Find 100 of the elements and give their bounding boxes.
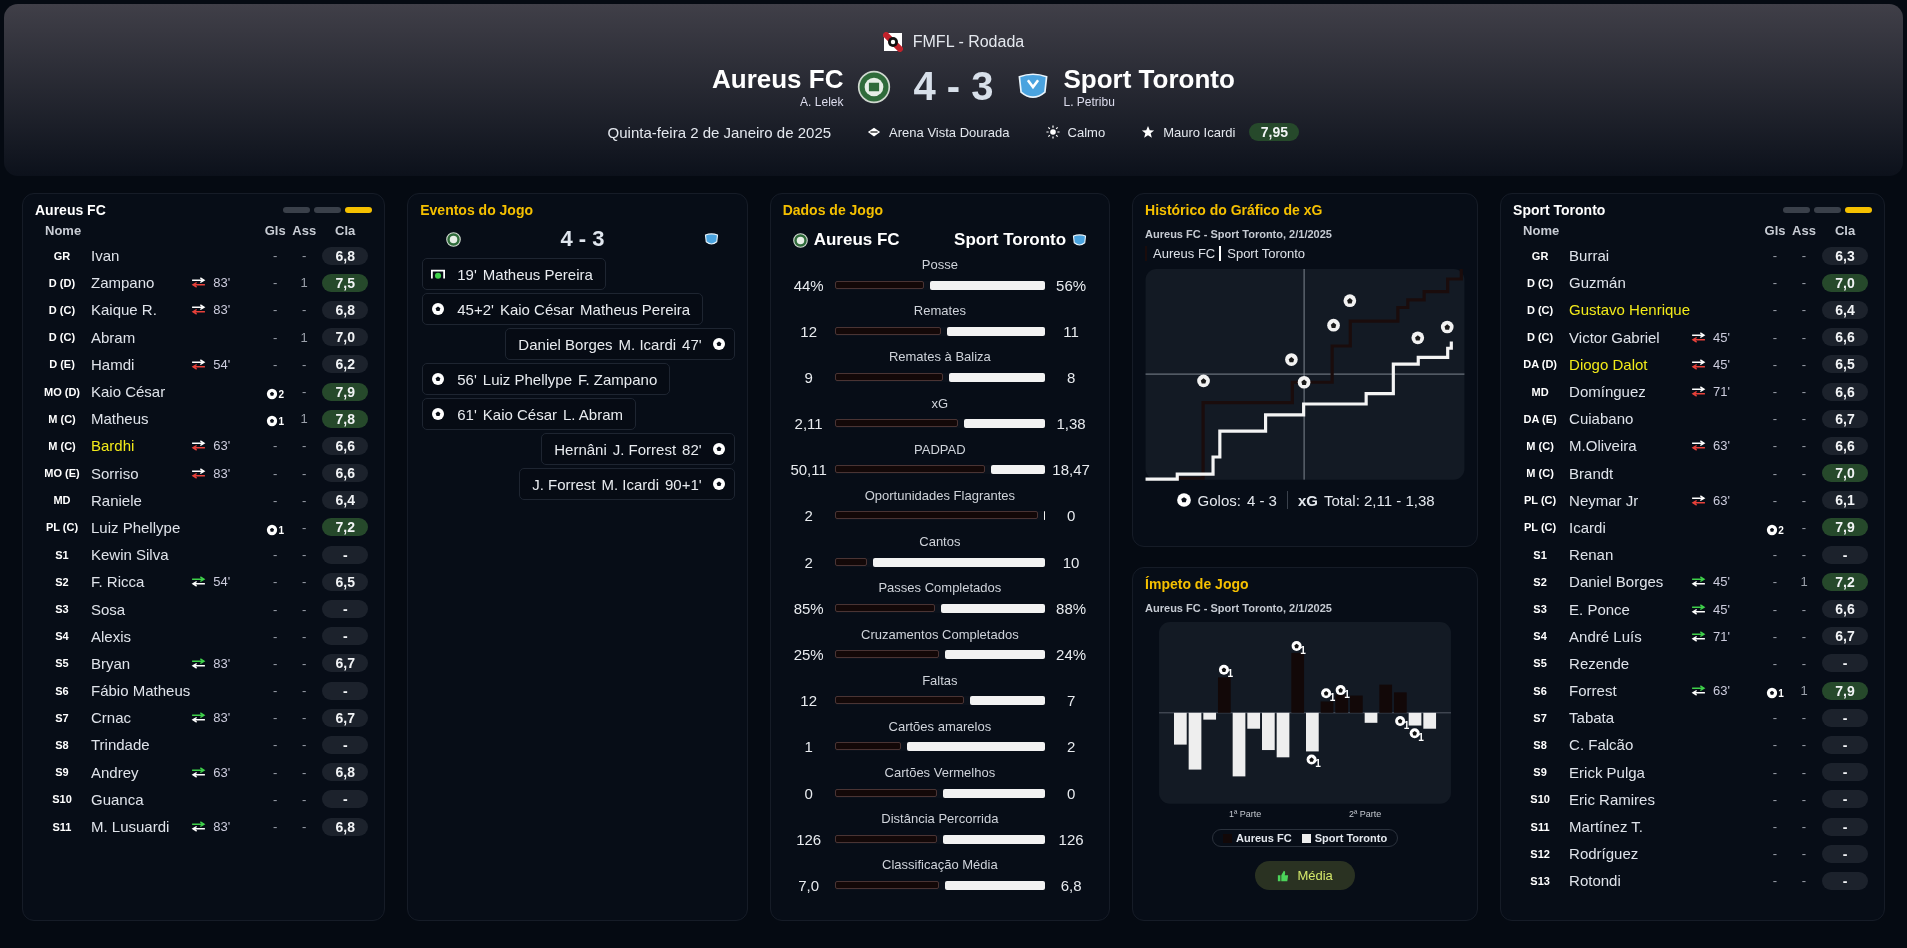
xg-total: Total: 2,11 - 1,38 — [1323, 491, 1435, 509]
position-label: M (C) — [47, 439, 77, 452]
legend-item: Sport Toronto — [1314, 832, 1388, 844]
team-name: Aureus FC — [813, 230, 900, 250]
stat-value: 9 — [803, 368, 814, 386]
position-label: M (C) — [1525, 439, 1555, 452]
position-label: DA (D) — [1522, 358, 1558, 371]
stat-label: Cartões amarelos — [888, 717, 992, 736]
goals-count: - — [1772, 710, 1778, 726]
position-label: GR — [52, 249, 72, 262]
player-name: Hamdi — [90, 355, 136, 373]
goal-marker — [1327, 318, 1340, 332]
event-text: F. Zampano — [578, 370, 658, 388]
rating-badge: 7,9 — [322, 382, 369, 401]
goals-count: - — [273, 737, 278, 753]
competition-logo-icon — [882, 32, 903, 52]
goals-count: - — [1772, 846, 1778, 862]
position-label: S4 — [54, 630, 70, 643]
stat-value: 24% — [1055, 646, 1088, 663]
goals-count: - — [1772, 791, 1778, 807]
rating-badge: 7,2 — [322, 518, 369, 537]
assists-count: - — [302, 465, 307, 481]
stat-label: Faltas — [922, 671, 958, 690]
away-bar — [1043, 511, 1046, 521]
event-chip[interactable]: 45+2' Kaio César Matheus Pereira — [422, 293, 704, 325]
player-name: Martínez T. — [1568, 818, 1644, 836]
event-chip[interactable]: Daniel Borges M. Icardi 47' — [505, 328, 735, 360]
player-name: Bryan — [90, 654, 132, 672]
assists-count: - — [1801, 791, 1807, 807]
ball-icon — [266, 388, 279, 401]
player-name: Bardhi — [90, 437, 136, 455]
rating-badge: 7,5 — [322, 273, 369, 292]
column-header: Ass — [291, 222, 318, 238]
rating-badge: - — [322, 735, 369, 754]
goals-score: 4 - 3 — [1246, 491, 1277, 509]
stat-label: Passes Completados — [878, 579, 1002, 598]
weather-label: Calmo — [1067, 124, 1106, 140]
column-header: Gls — [263, 222, 287, 238]
manager-name: A. Lelek — [800, 95, 844, 109]
player-name: Crnac — [90, 709, 132, 727]
rating-badge: 7,2 — [1822, 572, 1868, 591]
position-label: D (D) — [47, 276, 77, 289]
position-label: S13 — [1529, 874, 1551, 887]
event-text: M. Icardi — [618, 335, 677, 353]
assists-count: - — [1801, 384, 1807, 400]
goals-count: - — [273, 248, 278, 264]
assists-count: - — [302, 248, 307, 264]
position-label: S11 — [1529, 820, 1551, 833]
goal-marker — [1343, 294, 1357, 308]
goals-label: Golos: — [1197, 491, 1241, 509]
player-name: Kaique R. — [90, 301, 158, 319]
assists-count: - — [302, 791, 307, 807]
rating-badge: - — [1822, 654, 1868, 673]
page-indicator[interactable] — [345, 207, 373, 213]
team-name: Sport Toronto — [954, 230, 1067, 250]
position-label: MD — [52, 494, 72, 507]
average-button[interactable]: Média — [1255, 861, 1355, 890]
rating-badge: - — [1822, 817, 1868, 836]
position-label: PL (C) — [44, 521, 80, 534]
event-chip[interactable]: 56' Luiz Phellype F. Zampano — [422, 363, 671, 395]
event-chip[interactable]: Hernâni J. Forrest 82' — [541, 433, 735, 465]
stat-value: 7 — [1065, 692, 1077, 710]
goal-marker — [1411, 331, 1425, 345]
player-name: Victor Gabriel — [1568, 328, 1661, 346]
substitution-minute: 71' — [1713, 384, 1730, 400]
stat-value: 2 — [1065, 738, 1077, 756]
event-chip[interactable]: 19' Matheus Pereira — [422, 258, 606, 290]
substitution-minute: 63' — [213, 438, 231, 454]
page-indicator[interactable] — [1845, 207, 1872, 213]
event-chip[interactable]: 61' Kaio César L. Abram — [422, 398, 637, 430]
match-subtitle: Aureus FC - Sport Toronto, 2/1/2025 — [1145, 602, 1333, 614]
assists-count: - — [1801, 601, 1807, 617]
player-name: Luiz Phellype — [90, 518, 182, 536]
goals-count: - — [1772, 411, 1778, 427]
rating-badge: 7,9 — [1822, 681, 1868, 700]
goals-count: - — [273, 492, 278, 508]
goals-count: - — [273, 329, 278, 345]
position-label: S10 — [51, 793, 73, 806]
ball-icon — [266, 415, 279, 428]
rating-badge: - — [322, 600, 369, 619]
period-label: 1ª Parte — [1228, 809, 1262, 819]
event-chip[interactable]: J. Forrest M. Icardi 90+1' — [519, 468, 735, 500]
event-text: M. Icardi — [601, 475, 659, 493]
assists-count: - — [302, 302, 307, 318]
rating-badge: 7,0 — [1822, 273, 1868, 292]
assists-count: 1 — [300, 275, 308, 291]
stat-value: 85% — [792, 599, 825, 617]
stat-value: 44% — [792, 276, 825, 294]
player-name: Sorriso — [90, 464, 140, 482]
ball-icon — [1766, 687, 1779, 700]
goals-count: - — [273, 438, 278, 454]
stat-label: Cantos — [919, 533, 961, 552]
rating-badge: - — [1822, 871, 1868, 890]
player-name: Kaio César — [90, 383, 167, 401]
stat-label: xG — [931, 394, 949, 413]
crest-icon — [792, 232, 808, 248]
position-label: D (C) — [47, 331, 77, 344]
player-name: Tabata — [1568, 709, 1616, 727]
player-name: Ivan — [90, 247, 121, 265]
event-text: J. Forrest — [612, 440, 677, 458]
